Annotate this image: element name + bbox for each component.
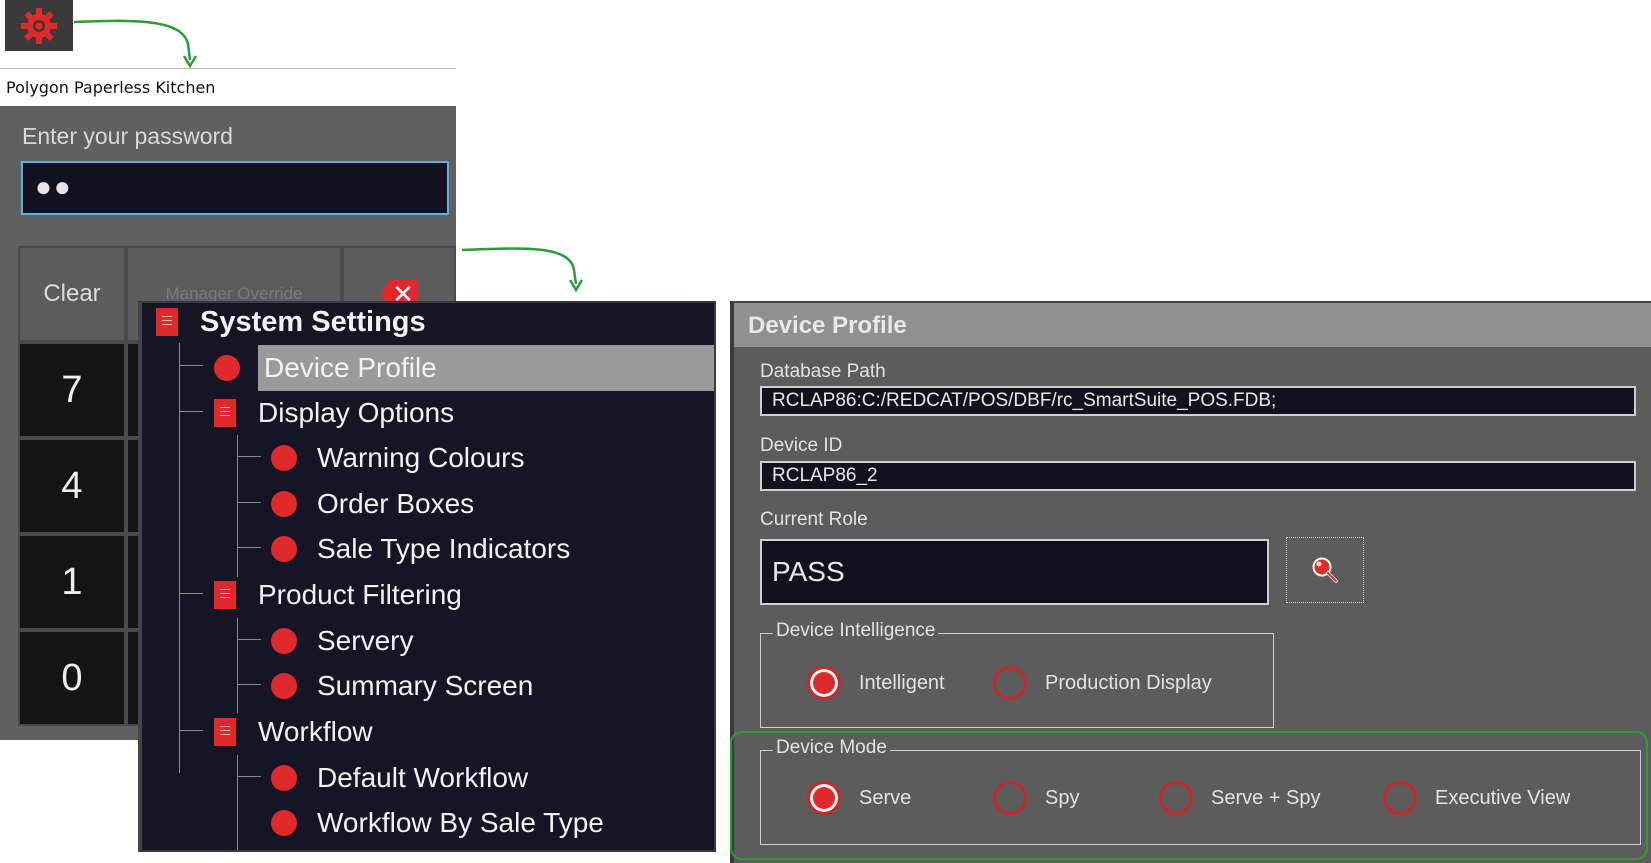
item-icon (271, 491, 297, 517)
tree-label: Warning Colours (317, 442, 525, 473)
item-icon (271, 445, 297, 471)
tree-line (179, 343, 180, 773)
tree-item-display-options[interactable]: Display Options (214, 390, 454, 436)
tree-label: Order Boxes (317, 488, 475, 519)
tree-label: Workflow By Sale Type (317, 807, 604, 838)
clear-key[interactable]: Clear (18, 246, 126, 342)
tree-item-summary-screen[interactable]: Summary Screen (271, 663, 533, 709)
settings-gear-button[interactable] (5, 0, 73, 51)
item-icon (271, 673, 297, 699)
tree-label: Sale Type Indicators (317, 533, 571, 564)
arrow-to-login (73, 19, 198, 69)
tree-line (237, 755, 238, 850)
current-role-label: Current Role (760, 509, 868, 530)
key-1-label: 1 (61, 560, 83, 603)
tree-line (237, 502, 261, 503)
device-id-label: Device ID (760, 435, 843, 456)
tree-label: Workflow (258, 716, 373, 747)
radio-label: Intelligent (859, 671, 945, 694)
tree-item-sale-type-indicators[interactable]: Sale Type Indicators (271, 526, 570, 572)
tree-line (179, 730, 203, 731)
tree-line (179, 365, 203, 366)
role-search-button[interactable] (1286, 537, 1364, 603)
search-icon (1312, 557, 1338, 583)
tree-line (237, 456, 261, 457)
tree-line (237, 776, 261, 777)
database-path-field[interactable]: RCLAP86:C:/REDCAT/POS/DBF/rc_SmartSuite_… (760, 386, 1636, 416)
device-intelligence-group: Device Intelligence Intelligent Producti… (760, 620, 1274, 728)
tree-line (237, 639, 261, 640)
tree-line (237, 547, 261, 548)
arrow-to-settings (461, 247, 584, 293)
window-title: Polygon Paperless Kitchen (0, 68, 456, 106)
clear-key-label: Clear (43, 280, 101, 307)
device-id-field[interactable]: RCLAP86_2 (760, 461, 1636, 491)
tree-line (179, 411, 203, 412)
folder-icon (214, 718, 236, 746)
key-4-label: 4 (61, 464, 83, 507)
folder-icon (156, 308, 178, 336)
tree-label: Device Profile (264, 352, 437, 383)
radio-intelligent[interactable]: Intelligent (807, 666, 945, 700)
tree-item-default-workflow[interactable]: Default Workflow (271, 755, 528, 801)
panel-header: Device Profile (734, 301, 1651, 347)
key-7[interactable]: 7 (18, 342, 126, 438)
settings-tree: System Settings Device Profile Display O… (138, 301, 716, 852)
tree-item-workflow[interactable]: Workflow (214, 709, 373, 755)
item-icon (271, 765, 297, 791)
tree-line (179, 593, 203, 594)
item-icon (214, 355, 240, 381)
tree-item-order-boxes[interactable]: Order Boxes (271, 481, 474, 527)
key-4[interactable]: 4 (18, 438, 126, 534)
key-0-label: 0 (61, 656, 83, 699)
tree-item-product-filtering[interactable]: Product Filtering (214, 572, 462, 618)
tree-item-system-settings[interactable]: System Settings (156, 303, 426, 345)
item-icon (271, 628, 297, 654)
key-0[interactable]: 0 (18, 630, 126, 726)
tree-item-device-profile-label[interactable]: Device Profile (258, 345, 714, 391)
tree-item-workflow-by-sale-type[interactable]: Workflow By Sale Type (271, 800, 604, 846)
radio-label: Production Display (1045, 671, 1212, 694)
item-icon (271, 810, 297, 836)
folder-icon (214, 581, 236, 609)
tree-label: Product Filtering (258, 579, 462, 610)
key-1[interactable]: 1 (18, 534, 126, 630)
tree-label: Default Workflow (317, 762, 529, 793)
item-icon (271, 536, 297, 562)
tree-label: Summary Screen (317, 670, 534, 701)
device-mode-highlight (730, 731, 1648, 860)
radio-checked-icon (807, 666, 841, 700)
tree-line (237, 684, 261, 685)
database-path-label: Database Path (760, 361, 886, 382)
tree-label: Servery (317, 625, 414, 656)
password-label: Enter your password (22, 123, 233, 149)
tree-item-warning-colours[interactable]: Warning Colours (271, 435, 524, 481)
tree-label: Display Options (258, 397, 455, 428)
key-7-label: 7 (61, 368, 83, 411)
tree-item-servery[interactable]: Servery (271, 618, 413, 664)
folder-icon (214, 399, 236, 427)
current-role-field[interactable]: PASS (760, 539, 1269, 605)
gear-icon (21, 7, 57, 44)
tree-label: System Settings (200, 305, 426, 338)
radio-production-display[interactable]: Production Display (993, 666, 1212, 700)
group-title: Device Intelligence (773, 620, 939, 642)
tree-line (237, 618, 238, 713)
password-input[interactable]: ●● (21, 161, 449, 215)
radio-unchecked-icon (993, 666, 1027, 700)
